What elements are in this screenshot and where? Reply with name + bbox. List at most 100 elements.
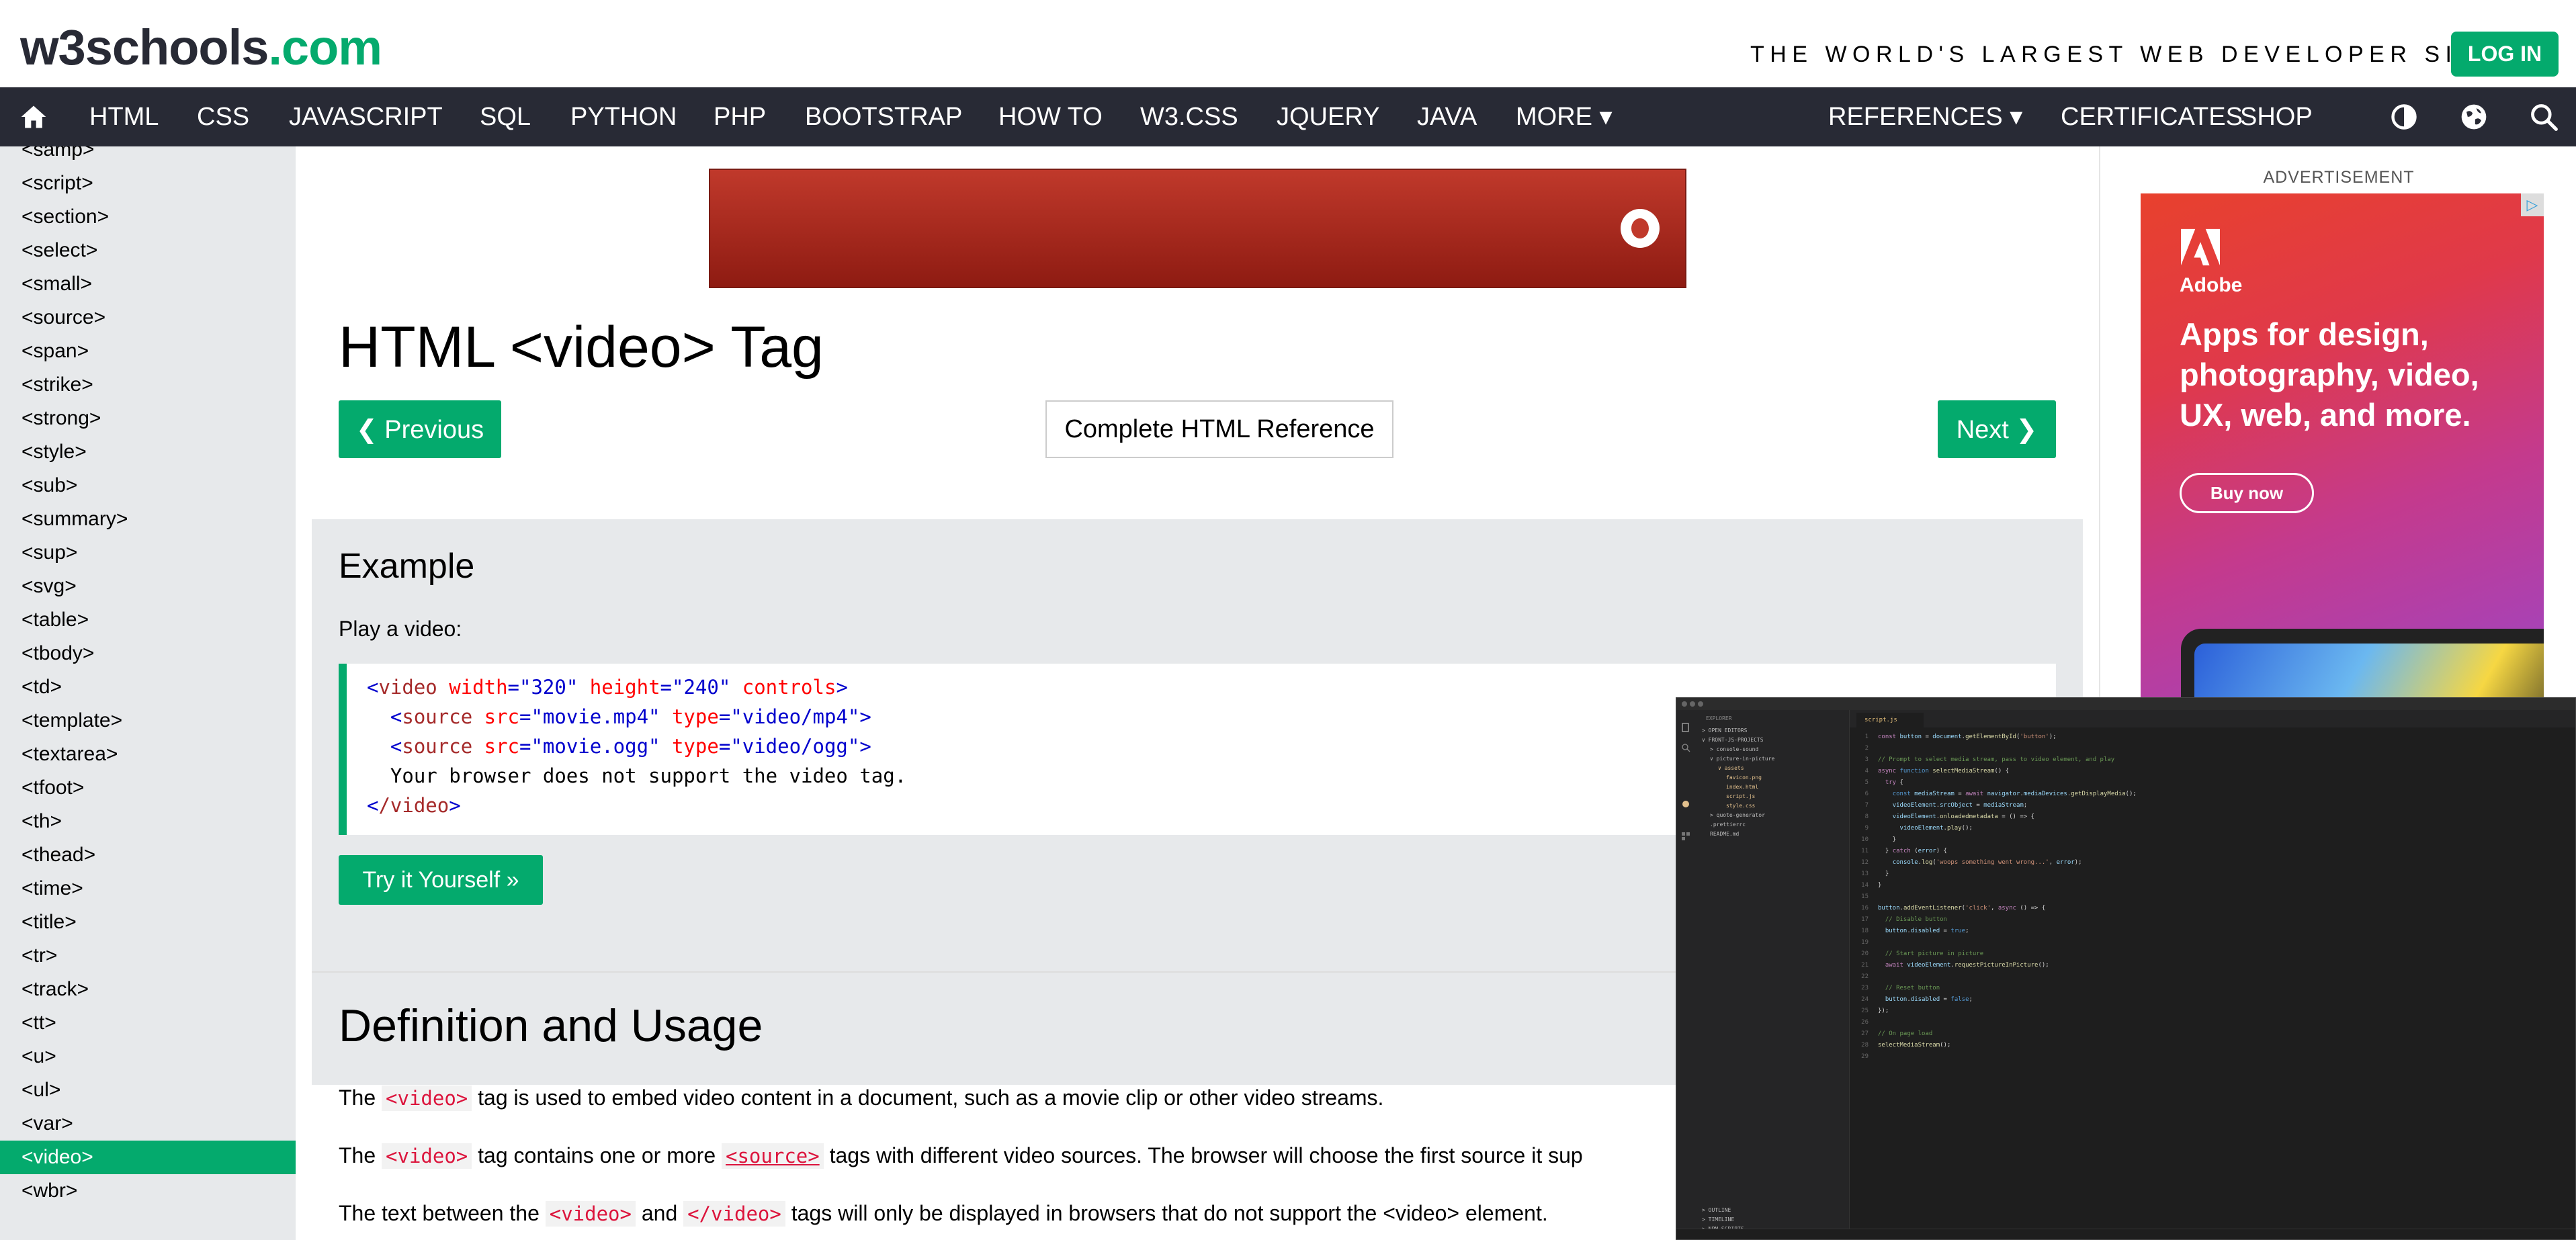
code-line: 23 // Reset button	[1861, 985, 1940, 991]
explorer-section[interactable]: > OPEN EDITORS	[1702, 727, 1747, 734]
sidebar-item-sub[interactable]: <sub>	[0, 469, 296, 502]
run-debug-icon[interactable]	[1682, 800, 1690, 808]
source-tag-link[interactable]: <source>	[722, 1143, 824, 1169]
next-button[interactable]: Next ❯	[1938, 400, 2056, 458]
sidebar-item-span[interactable]: <span>	[0, 335, 296, 368]
code-line: 16 button.addEventListener('click', async…	[1861, 905, 2046, 912]
nav-more[interactable]: MORE ▾	[1516, 87, 1613, 146]
code-line: 3// Prompt to select media stream, pass …	[1864, 756, 2115, 763]
explorer-section[interactable]: ∨ FRONT-JS-PROJECTS	[1702, 737, 1764, 744]
sidebar-item-source[interactable]: <source>	[0, 301, 296, 335]
files-icon[interactable]	[1680, 722, 1691, 733]
sidebar-item-small[interactable]: <small>	[0, 267, 296, 301]
sidebar-item-section[interactable]: <section>	[0, 200, 296, 234]
sidebar-item-track[interactable]: <track>	[0, 973, 296, 1006]
sidebar-item-tr[interactable]: <tr>	[0, 939, 296, 973]
sidebar-item-video[interactable]: <video>	[0, 1141, 296, 1174]
nav-java[interactable]: JAVA	[1417, 87, 1477, 146]
sidebar-item-thead[interactable]: <thead>	[0, 838, 296, 872]
nav-css[interactable]: CSS	[197, 87, 249, 146]
sidebar-item-textarea[interactable]: <textarea>	[0, 738, 296, 771]
sidebar-item-th[interactable]: <th>	[0, 805, 296, 838]
file-item[interactable]: index.html	[1726, 784, 1758, 791]
sidebar-item-time[interactable]: <time>	[0, 872, 296, 905]
inline-code: <video>	[382, 1143, 472, 1169]
logo-suffix: .com	[268, 19, 382, 75]
contrast-icon[interactable]	[2389, 102, 2419, 132]
nav-sql[interactable]: SQL	[480, 87, 531, 146]
sidebar-item-tbody[interactable]: <tbody>	[0, 637, 296, 670]
window-minimize-icon[interactable]	[1690, 701, 1695, 707]
nav-jquery[interactable]: JQUERY	[1277, 87, 1379, 146]
file-item[interactable]: README.md	[1710, 831, 1739, 838]
login-button[interactable]: LOG IN	[2451, 32, 2559, 77]
nav-php[interactable]: PHP	[714, 87, 766, 146]
top-ad-banner[interactable]	[709, 169, 1686, 288]
file-item[interactable]: style.css	[1726, 803, 1755, 809]
editor-code-area[interactable]: 1 const button = document.getElementById(…	[1850, 732, 2575, 1229]
nav-references[interactable]: REFERENCES ▾	[1828, 87, 2022, 146]
nav-how-to[interactable]: HOW TO	[998, 87, 1103, 146]
sidebar-item-tt[interactable]: <tt>	[0, 1006, 296, 1040]
sidebar-item-title[interactable]: <title>	[0, 905, 296, 939]
folder-item[interactable]: ∨ picture-in-picture	[1710, 756, 1774, 762]
nav-bootstrap[interactable]: BOOTSTRAP	[805, 87, 962, 146]
window-close-icon[interactable]	[1682, 701, 1687, 707]
explorer-section[interactable]: > OUTLINE	[1702, 1207, 1731, 1214]
adobe-ad[interactable]: ▷ Adobe Apps for design, photography, vi…	[2141, 193, 2544, 717]
nav-certificates[interactable]: CERTIFICATES	[2061, 87, 2243, 146]
code-line: 13 }	[1861, 871, 1889, 877]
folder-item[interactable]: > quote-generator	[1710, 812, 1765, 819]
previous-button[interactable]: ❮ Previous	[339, 400, 501, 458]
sidebar-item-script[interactable]: <script>	[0, 167, 296, 200]
code-editor-window[interactable]: EXPLORER > OPEN EDITORS ∨ FRONT-JS-PROJE…	[1676, 697, 2576, 1240]
sidebar-item-wbr[interactable]: <wbr>	[0, 1174, 296, 1208]
left-sidebar: <samp> <script> <section> <select> <smal…	[0, 146, 296, 1240]
sidebar-item-svg[interactable]: <svg>	[0, 570, 296, 603]
search-icon[interactable]	[2529, 102, 2559, 132]
sidebar-item-tfoot[interactable]: <tfoot>	[0, 771, 296, 805]
sidebar-item-var[interactable]: <var>	[0, 1107, 296, 1141]
sidebar-item-strike[interactable]: <strike>	[0, 368, 296, 402]
code-line: 19	[1861, 939, 1869, 946]
sidebar-item-style[interactable]: <style>	[0, 435, 296, 469]
adchoices-icon[interactable]: ▷	[2521, 193, 2544, 216]
sidebar-item-summary[interactable]: <summary>	[0, 502, 296, 536]
sidebar-item-strong[interactable]: <strong>	[0, 402, 296, 435]
globe-icon[interactable]	[2459, 102, 2489, 132]
tab-script-js[interactable]: script.js	[1856, 713, 1924, 727]
sidebar-item-sup[interactable]: <sup>	[0, 536, 296, 570]
nav-shop[interactable]: SHOP	[2240, 87, 2313, 146]
folder-item[interactable]: ∨ assets	[1718, 765, 1744, 772]
nav-html[interactable]: HTML	[89, 87, 159, 146]
sidebar-item-table[interactable]: <table>	[0, 603, 296, 637]
w3schools-logo[interactable]: w3schools.com	[20, 19, 382, 76]
sidebar-item-u[interactable]: <u>	[0, 1040, 296, 1073]
try-it-yourself-button[interactable]: Try it Yourself »	[339, 855, 543, 905]
file-item[interactable]: script.js	[1726, 793, 1755, 800]
search-icon[interactable]	[1680, 742, 1691, 753]
example-description: Play a video:	[339, 617, 462, 641]
file-item[interactable]: .prettierrc	[1710, 822, 1746, 828]
nav-javascript[interactable]: JAVASCRIPT	[289, 87, 443, 146]
sidebar-item-template[interactable]: <template>	[0, 704, 296, 738]
extensions-icon[interactable]	[1680, 831, 1691, 842]
code-line: 21 await videoElement.requestPictureInPi…	[1861, 962, 2049, 969]
window-maximize-icon[interactable]	[1698, 701, 1703, 707]
complete-reference-button[interactable]: Complete HTML Reference	[1045, 400, 1393, 458]
file-item[interactable]: favicon.png	[1726, 774, 1762, 781]
text: The	[339, 1143, 382, 1167]
editor-titlebar[interactable]	[1676, 698, 2575, 710]
buy-now-button[interactable]: Buy now	[2180, 473, 2314, 513]
code-line: 10 }	[1861, 836, 1897, 843]
explorer-section[interactable]: > TIMELINE	[1702, 1216, 1734, 1223]
nav-w3css[interactable]: W3.CSS	[1140, 87, 1238, 146]
sidebar-item-samp[interactable]: <samp>	[0, 146, 296, 167]
sidebar-item-td[interactable]: <td>	[0, 670, 296, 704]
home-icon[interactable]	[19, 102, 48, 132]
folder-item[interactable]: > console-sound	[1710, 746, 1758, 753]
nav-python[interactable]: PYTHON	[570, 87, 677, 146]
sidebar-item-ul[interactable]: <ul>	[0, 1073, 296, 1107]
sidebar-item-select[interactable]: <select>	[0, 234, 296, 267]
top-nav: HTML CSS JAVASCRIPT SQL PYTHON PHP BOOTS…	[0, 87, 2576, 146]
